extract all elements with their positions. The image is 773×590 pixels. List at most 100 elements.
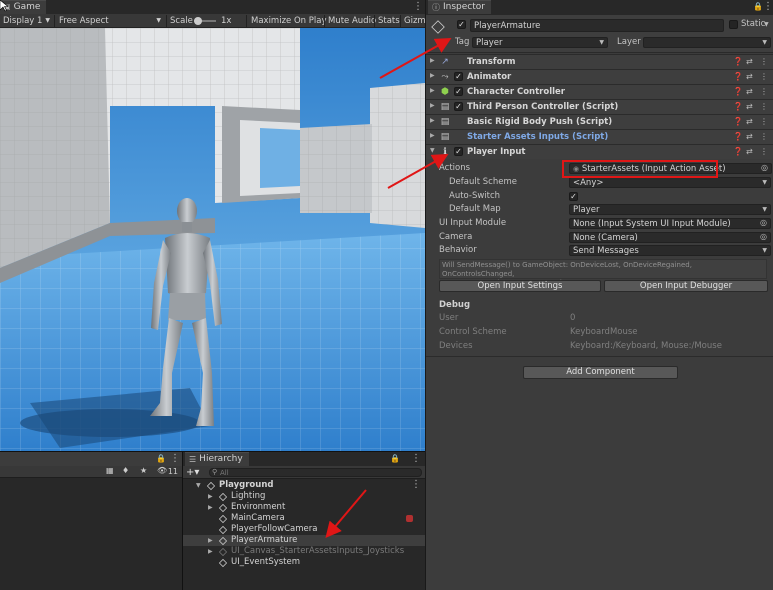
collapse-arrow-icon[interactable]: ▶ xyxy=(208,546,213,557)
mute-audio-toggle[interactable]: Mute Audio xyxy=(325,14,379,28)
game-tab[interactable]: ▣ Game xyxy=(0,0,47,14)
collapse-arrow-icon[interactable]: ▶ xyxy=(430,57,435,64)
object-picker-icon[interactable]: ◎ xyxy=(760,219,767,228)
add-component-button[interactable]: Add Component xyxy=(523,366,678,379)
hierarchy-item[interactable]: MainCamera xyxy=(183,513,425,524)
help-icon[interactable]: ❓ xyxy=(733,117,743,126)
collapse-arrow-icon[interactable]: ▶ xyxy=(430,132,435,139)
component-menu-icon[interactable]: ⋮ xyxy=(760,102,768,111)
hierarchy-item[interactable]: PlayerFollowCamera xyxy=(183,524,425,535)
inspector-tab[interactable]: ⓘ Inspector xyxy=(428,0,491,14)
ui-input-module-field[interactable]: None (Input System UI Input Module) ◎ xyxy=(569,218,771,229)
expand-arrow-icon[interactable]: ▼ xyxy=(430,147,435,154)
gameobject-name-field[interactable]: PlayerArmature xyxy=(470,19,724,32)
search-by-type-icon[interactable]: ▦ xyxy=(106,466,114,475)
hierarchy-item[interactable]: ▶ UI_Canvas_StarterAssetsInputs_Joysticks xyxy=(183,546,425,557)
open-input-settings-button[interactable]: Open Input Settings xyxy=(439,280,601,292)
expand-arrow-icon[interactable]: ▼ xyxy=(196,480,201,491)
collapse-arrow-icon[interactable]: ▶ xyxy=(430,102,435,109)
collapse-arrow-icon[interactable]: ▶ xyxy=(430,117,435,124)
game-viewport[interactable] xyxy=(0,28,425,451)
hierarchy-item[interactable]: ▼ Playground ⋮ xyxy=(183,479,425,491)
collapse-arrow-icon[interactable]: ▶ xyxy=(430,87,435,94)
object-picker-icon[interactable]: ◎ xyxy=(761,164,768,173)
gizmos-toggle[interactable]: Gizm xyxy=(401,14,425,28)
collapse-arrow-icon[interactable]: ▶ xyxy=(208,535,213,546)
presets-icon[interactable]: ⇄ xyxy=(746,147,753,156)
component-menu-icon[interactable]: ⋮ xyxy=(760,72,768,81)
scale-slider-handle[interactable] xyxy=(194,17,202,25)
presets-icon[interactable]: ⇄ xyxy=(746,72,753,81)
inspector-menu-icon[interactable]: ⋮ xyxy=(763,1,773,13)
chevron-down-icon[interactable]: ▼ xyxy=(764,21,769,28)
default-map-dropdown[interactable]: Player ▼ xyxy=(569,204,771,215)
gameobject-active-checkbox[interactable]: ✓ xyxy=(457,20,466,29)
maximize-on-play-toggle[interactable]: Maximize On Play xyxy=(248,14,329,28)
stats-toggle[interactable]: Stats xyxy=(375,14,403,28)
presets-icon[interactable]: ⇄ xyxy=(746,57,753,66)
static-checkbox[interactable] xyxy=(729,20,738,29)
chevron-down-icon: ▼ xyxy=(45,17,50,24)
presets-icon[interactable]: ⇄ xyxy=(746,132,753,141)
collapse-arrow-icon[interactable]: ▶ xyxy=(208,491,213,502)
game-menu-icon[interactable]: ⋮ xyxy=(413,1,423,13)
object-picker-icon[interactable]: ◎ xyxy=(760,233,767,242)
lock-icon[interactable]: 🔒 xyxy=(390,454,400,464)
presets-icon[interactable]: ⇄ xyxy=(746,87,753,96)
help-icon[interactable]: ❓ xyxy=(733,147,743,156)
help-icon[interactable]: ❓ xyxy=(733,132,743,141)
component-enabled-checkbox[interactable]: ✓ xyxy=(454,102,463,111)
lock-icon[interactable]: 🔒 xyxy=(753,2,763,12)
help-icon[interactable]: ❓ xyxy=(733,57,743,66)
component-header[interactable]: ▶ ▤ Basic Rigid Body Push (Script) ❓ ⇄ ⋮ xyxy=(426,114,773,129)
aspect-dropdown[interactable]: Free Aspect ▼ xyxy=(56,14,164,28)
label-icon[interactable]: ♦ xyxy=(122,466,129,475)
help-icon[interactable]: ❓ xyxy=(733,72,743,81)
debug-devices-value: Keyboard:/Keyboard, Mouse:/Mouse xyxy=(570,341,722,351)
presets-icon[interactable]: ⇄ xyxy=(746,117,753,126)
collapse-arrow-icon[interactable]: ▶ xyxy=(208,502,213,513)
component-header[interactable]: ▶ ▤ Starter Assets Inputs (Script) ❓ ⇄ ⋮ xyxy=(426,129,773,144)
scene-menu-icon[interactable]: ⋮ xyxy=(411,479,421,491)
default-scheme-dropdown[interactable]: <Any> ▼ xyxy=(569,177,771,188)
hidden-packages-icon[interactable]: 👁 xyxy=(157,466,167,475)
component-enabled-checkbox[interactable]: ✓ xyxy=(454,72,463,81)
presets-icon[interactable]: ⇄ xyxy=(746,102,753,111)
component-header[interactable]: ▼ ℹ ✓ Player Input ❓ ⇄ ⋮ xyxy=(426,144,773,159)
hierarchy-menu-icon[interactable]: ⋮ xyxy=(411,453,421,465)
scale-slider[interactable] xyxy=(194,17,216,25)
display-dropdown[interactable]: Display 1 ▼ xyxy=(0,14,52,28)
hierarchy-item[interactable]: ▶ Environment xyxy=(183,502,425,513)
project-menu-icon[interactable]: ⋮ xyxy=(170,453,180,465)
lock-icon[interactable]: 🔒 xyxy=(156,454,166,464)
help-icon[interactable]: ❓ xyxy=(733,102,743,111)
layer-dropdown[interactable]: ▼ xyxy=(643,37,771,48)
hierarchy-item-label: MainCamera xyxy=(231,513,285,523)
auto-switch-checkbox[interactable]: ✓ xyxy=(569,192,578,201)
create-dropdown-button[interactable]: +▾ xyxy=(186,467,199,478)
component-header[interactable]: ▶ ⤳ ✓ Animator ❓ ⇄ ⋮ xyxy=(426,69,773,84)
hierarchy-search-input[interactable]: ⚲ All xyxy=(209,468,422,477)
component-menu-icon[interactable]: ⋮ xyxy=(760,117,768,126)
component-enabled-checkbox[interactable]: ✓ xyxy=(454,87,463,96)
component-header[interactable]: ▶ ↗ Transform ❓ ⇄ ⋮ xyxy=(426,54,773,69)
component-header[interactable]: ▶ ▤ ✓ Third Person Controller (Script) ❓ ⇄ ⋮ xyxy=(426,99,773,114)
component-menu-icon[interactable]: ⋮ xyxy=(760,132,768,141)
help-icon[interactable]: ❓ xyxy=(733,87,743,96)
component-enabled-checkbox[interactable]: ✓ xyxy=(454,147,463,156)
hierarchy-item[interactable]: ▶ PlayerArmature xyxy=(183,535,425,546)
camera-field[interactable]: None (Camera) ◎ xyxy=(569,232,771,243)
hierarchy-tab[interactable]: ☰ Hierarchy xyxy=(185,452,249,466)
collapse-arrow-icon[interactable]: ▶ xyxy=(430,72,435,79)
component-header[interactable]: ▶ ⬢ ✓ Character Controller ❓ ⇄ ⋮ xyxy=(426,84,773,99)
component-menu-icon[interactable]: ⋮ xyxy=(760,87,768,96)
gameobject-cube-icon xyxy=(218,547,228,557)
favorite-icon[interactable]: ★ xyxy=(140,466,147,475)
hierarchy-item[interactable]: UI_EventSystem xyxy=(183,557,425,568)
open-input-debugger-button[interactable]: Open Input Debugger xyxy=(604,280,768,292)
component-menu-icon[interactable]: ⋮ xyxy=(760,57,768,66)
component-menu-icon[interactable]: ⋮ xyxy=(760,147,768,156)
behavior-dropdown[interactable]: Send Messages ▼ xyxy=(569,245,771,256)
tag-dropdown[interactable]: Player ▼ xyxy=(472,37,608,48)
hierarchy-item[interactable]: ▶ Lighting xyxy=(183,491,425,502)
